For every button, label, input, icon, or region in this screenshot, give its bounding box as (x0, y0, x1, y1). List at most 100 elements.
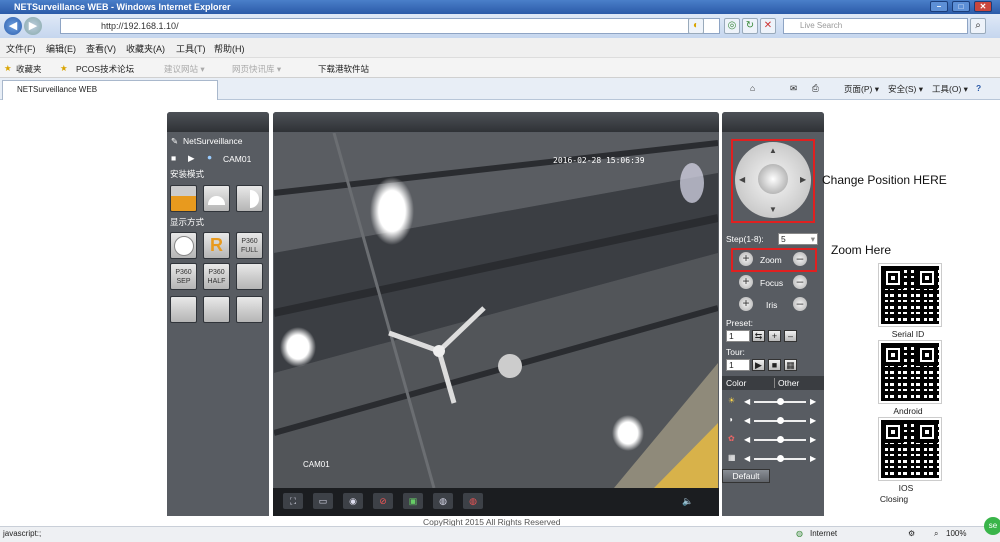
close-window-button[interactable]: ✕ (974, 1, 992, 12)
slider-left-icon[interactable]: ◀ (744, 397, 750, 406)
p360-full-button[interactable]: P360 FULL (236, 232, 263, 259)
tour-play-button[interactable]: ▶ (752, 359, 765, 371)
zoom-out-button[interactable]: – (793, 252, 807, 266)
refresh-icon[interactable]: ↻ (742, 18, 758, 34)
split4-view-button[interactable] (170, 296, 197, 323)
tour-grid-button[interactable]: ▦ (784, 359, 797, 371)
safety-menu[interactable]: 安全(S) ▾ (888, 83, 923, 95)
audio-mute-icon[interactable]: 🔈 (678, 493, 698, 509)
tools-menu[interactable]: 工具(O) ▾ (932, 83, 968, 95)
menu-tools[interactable]: 工具(T) (176, 42, 206, 55)
search-input[interactable]: Live Search (783, 18, 968, 34)
zoom-in-button[interactable]: + (739, 252, 753, 266)
ptz-left-icon[interactable]: ◀ (739, 175, 745, 184)
r-view-button[interactable]: R (203, 232, 230, 259)
menu-help[interactable]: 帮助(H) (214, 42, 245, 55)
slider-right-icon[interactable]: ▶ (810, 435, 816, 444)
grid-view-button[interactable] (236, 296, 263, 323)
left-panel-header (167, 112, 269, 132)
mail-icon[interactable]: ✉ (790, 83, 797, 94)
menu-favorites[interactable]: 收藏夹(A) (126, 42, 165, 55)
saturation-knob[interactable] (777, 436, 784, 443)
contrast-icon: ◑ (728, 415, 733, 424)
wall-mount-button[interactable] (236, 185, 263, 212)
search-icon[interactable]: ⌕ (970, 18, 986, 34)
ptz-center-button[interactable] (758, 164, 788, 194)
slider-right-icon[interactable]: ▶ (810, 416, 816, 425)
ceiling-mount-button[interactable] (170, 185, 197, 212)
menu-file[interactable]: 文件(F) (6, 42, 36, 55)
circle-view-button[interactable] (170, 232, 197, 259)
fav-link-suggested[interactable]: 建议网站 ▾ (164, 63, 205, 75)
maximize-button[interactable]: □ (952, 1, 970, 12)
slider-left-icon[interactable]: ◀ (744, 416, 750, 425)
camera-feed[interactable] (274, 133, 718, 488)
stop-icon[interactable]: ■ (171, 153, 176, 163)
side-widget-icon[interactable]: se (984, 517, 1000, 535)
address-bar[interactable]: http://192.168.1.10/ (60, 18, 720, 34)
hue-knob[interactable] (777, 455, 784, 462)
home-icon[interactable]: ⌂ (750, 83, 755, 93)
fav-link-download[interactable]: 下载港软件站 (318, 63, 369, 75)
pip-view-button[interactable] (236, 263, 263, 290)
fullscreen-icon[interactable]: ⛶ (283, 493, 303, 509)
stop-record-icon[interactable]: ⊘ (373, 493, 393, 509)
compat-icon[interactable]: ◐ (688, 18, 704, 34)
iris-close-button[interactable]: – (793, 297, 807, 311)
minimize-button[interactable]: – (930, 1, 948, 12)
slider-right-icon[interactable]: ▶ (810, 397, 816, 406)
play-icon[interactable]: ▶ (188, 153, 195, 164)
video-toolbar: ⛶ ▭ ◉ ⊘ ▣ ◍ ◍ 🔈 (273, 488, 719, 516)
forward-button[interactable]: ▶ (24, 17, 42, 35)
tab-color[interactable]: Color (726, 378, 746, 388)
contrast-knob[interactable] (777, 417, 784, 424)
iris-open-button[interactable]: + (739, 297, 753, 311)
preset-goto-button[interactable]: ⇆ (752, 330, 765, 342)
stop-icon[interactable]: ✕ (760, 18, 776, 34)
ptz-up-icon[interactable]: ▲ (769, 146, 777, 155)
focus-in-button[interactable]: + (739, 275, 753, 289)
tab-netsurveillance[interactable]: NETSurveillance WEB (2, 80, 218, 100)
table-mount-button[interactable] (203, 185, 230, 212)
tour-stop-button[interactable]: ■ (768, 359, 781, 371)
back-button[interactable]: ◀ (4, 17, 22, 35)
focus-out-button[interactable]: – (793, 275, 807, 289)
preset-remove-button[interactable]: – (784, 330, 797, 342)
saturation-slider[interactable] (754, 436, 806, 443)
default-button[interactable]: Default (722, 469, 770, 483)
quad-view-button[interactable] (203, 296, 230, 323)
contrast-slider[interactable] (754, 417, 806, 424)
p360-sep-button[interactable]: P360 SEP (170, 263, 197, 290)
step-select[interactable]: 5 ▾ (778, 233, 818, 245)
preset-input[interactable]: 1 (726, 330, 750, 342)
menu-view[interactable]: 查看(V) (86, 42, 116, 55)
favorites-label[interactable]: 收藏夹 (16, 63, 42, 75)
window-icon[interactable]: ▭ (313, 493, 333, 509)
rss-icon[interactable]: ◎ (724, 18, 740, 34)
brightness-knob[interactable] (777, 398, 784, 405)
preset-add-button[interactable]: + (768, 330, 781, 342)
playback-icon[interactable]: ◍ (433, 493, 453, 509)
menu-edit[interactable]: 编辑(E) (46, 42, 76, 55)
hue-slider[interactable] (754, 455, 806, 462)
snapshot-icon[interactable]: ▣ (403, 493, 423, 509)
talk-icon[interactable]: ◍ (463, 493, 483, 509)
brightness-slider[interactable] (754, 398, 806, 405)
tour-input[interactable]: 1 (726, 359, 750, 371)
p360-half-button[interactable]: P360 HALF (203, 263, 230, 290)
ptz-down-icon[interactable]: ▼ (769, 205, 777, 214)
zoom-level[interactable]: 100% (946, 527, 966, 541)
slider-right-icon[interactable]: ▶ (810, 454, 816, 463)
help-icon[interactable]: ? (976, 83, 981, 93)
ptz-right-icon[interactable]: ▶ (800, 175, 806, 184)
camera-play-icon[interactable]: ● (207, 152, 212, 162)
print-icon[interactable]: ⎙ (812, 83, 819, 94)
fav-link-pcos[interactable]: PCOS技术论坛 (76, 63, 134, 75)
slider-left-icon[interactable]: ◀ (744, 454, 750, 463)
tab-other[interactable]: Other (774, 378, 799, 388)
record-icon[interactable]: ◉ (343, 493, 363, 509)
page-menu[interactable]: 页面(P) ▾ (844, 83, 879, 95)
slider-left-icon[interactable]: ◀ (744, 435, 750, 444)
add-favorite-icon[interactable]: ★ (60, 63, 68, 74)
fav-link-webslice[interactable]: 网页快讯库 ▾ (232, 63, 281, 75)
